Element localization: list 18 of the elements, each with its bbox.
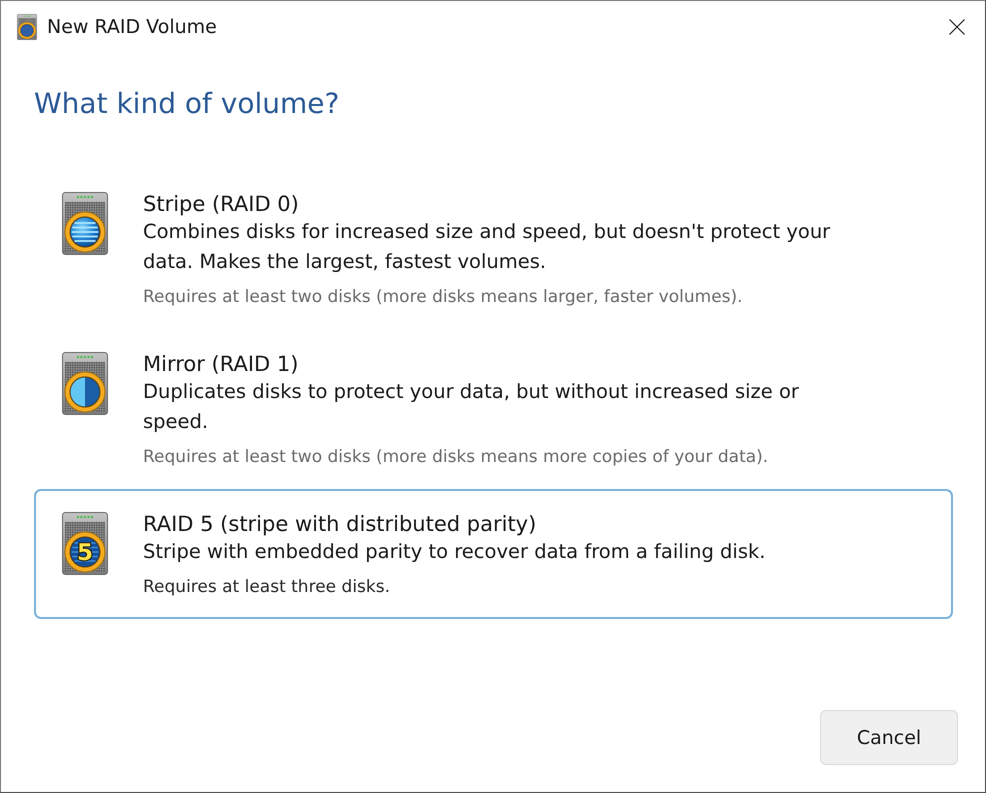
window-title: New RAID Volume	[47, 16, 218, 38]
drive-icon	[17, 14, 37, 40]
option-title: RAID 5 (stripe with distributed parity)	[143, 511, 538, 537]
option-title: Stripe (RAID 0)	[143, 191, 300, 217]
close-icon	[949, 18, 965, 34]
option-requirement: Requires at least two disks (more disks means larger, faster volumes).	[143, 286, 744, 309]
drive-icon: 5	[62, 512, 108, 575]
cancel-button[interactable]: Cancel	[820, 710, 958, 765]
drive-icon	[62, 192, 108, 255]
drive-icon	[62, 352, 108, 415]
volume-type-option[interactable]: 5 RAID 5 (stripe with distributed parity) Stripe with embedded parity to recover data from a failing disk. Requires at least three disks.	[34, 489, 953, 619]
option-description: Combines disks for increased size and speed, but doesn't protect your data. Makes the largest, fastest volumes.	[143, 219, 832, 275]
dialog-heading: What kind of volume?	[34, 86, 340, 122]
option-requirement: Requires at least two disks (more disks means more copies of your data).	[143, 446, 770, 469]
option-description: Duplicates disks to protect your data, but without increased size or speed.	[143, 379, 800, 435]
option-title: Mirror (RAID 1)	[143, 351, 300, 377]
option-requirement: Requires at least three disks.	[143, 576, 391, 599]
option-description: Stripe with embedded parity to recover data from a failing disk.	[143, 539, 766, 565]
